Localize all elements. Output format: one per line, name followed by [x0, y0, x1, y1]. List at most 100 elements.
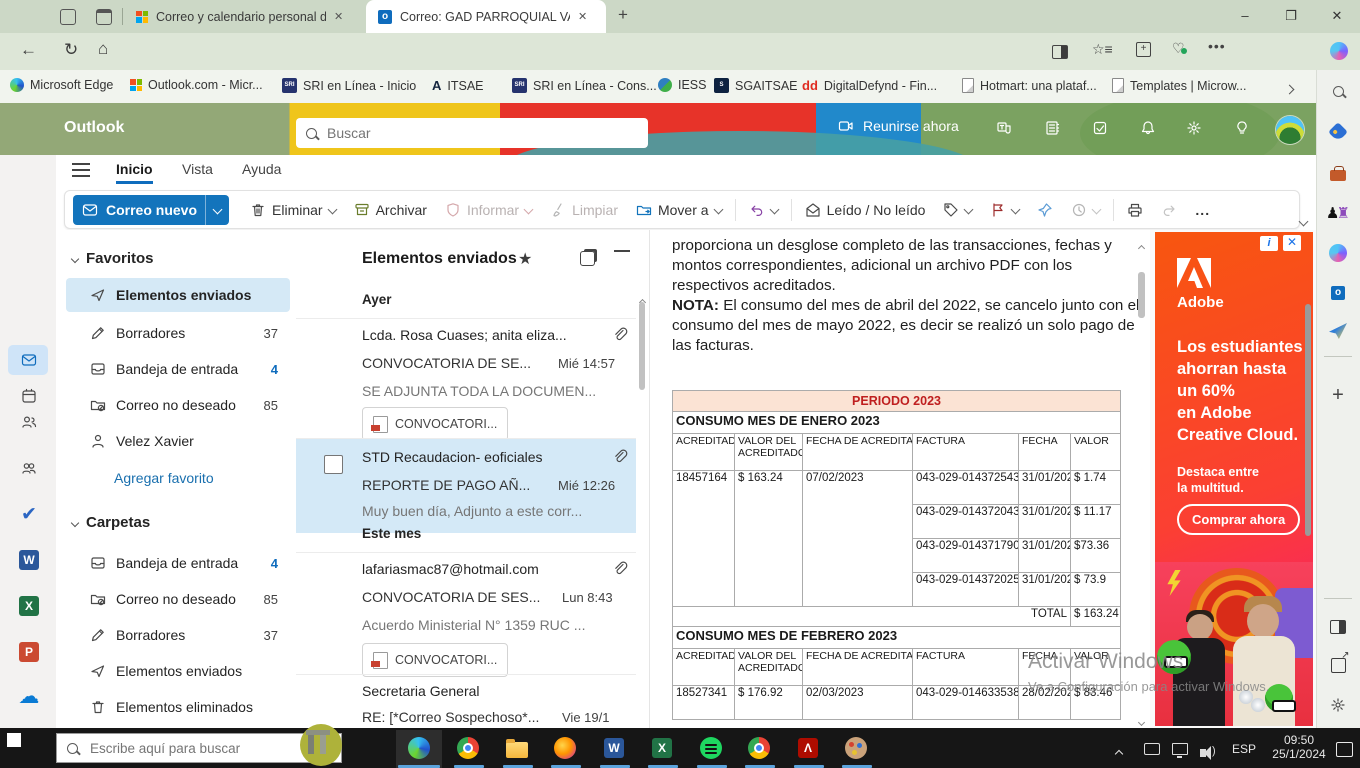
attachment-chip[interactable]: CONVOCATORI... [362, 643, 508, 677]
tab-close-icon[interactable]: ✕ [578, 10, 587, 23]
folder-item-no-deseado-2[interactable]: Correo no deseado85 [66, 582, 290, 616]
search-highlight-image[interactable] [300, 724, 342, 766]
bookmarks-overflow-icon[interactable] [1286, 80, 1293, 98]
mail-icon[interactable] [16, 347, 42, 373]
bookmark-sri-consultas[interactable]: SRISRI en Línea - Cons... [512, 78, 657, 93]
tab-vista[interactable]: Vista [182, 161, 213, 177]
bookmark-templates[interactable]: Templates | Microw... [1112, 78, 1246, 93]
select-all-icon[interactable] [580, 251, 595, 266]
window-minimize-button[interactable]: – [1230, 8, 1260, 23]
sidebar-add-icon[interactable]: + [1327, 384, 1349, 406]
collections-icon[interactable]: + [1136, 42, 1151, 57]
sidebar-copilot-icon[interactable] [1327, 242, 1349, 264]
onedrive-icon[interactable]: ☁ [16, 683, 42, 709]
bookmark-sri-inicio[interactable]: SRISRI en Línea - Inicio [282, 78, 416, 93]
new-tab-button[interactable]: + [618, 5, 628, 25]
email-checkbox[interactable] [324, 455, 343, 474]
reading-scroll-down-icon[interactable] [1139, 712, 1144, 728]
sidebar-open-link-icon[interactable] [1327, 654, 1349, 676]
taskbar-word-icon[interactable]: W [602, 736, 626, 760]
sidebar-tools-icon[interactable] [1327, 164, 1349, 186]
taskbar-acrobat-icon[interactable]: Λ [796, 736, 820, 760]
taskbar-chrome-icon[interactable] [456, 736, 480, 760]
hamburger-icon[interactable] [72, 163, 90, 165]
people-icon[interactable] [16, 409, 42, 435]
bookmark-edge[interactable]: Microsoft Edge [10, 78, 113, 92]
taskbar-explorer-icon[interactable] [505, 738, 529, 762]
folder-item-borradores[interactable]: Borradores37 [66, 316, 290, 350]
read-unread-button[interactable]: Leído / No leído [796, 195, 935, 225]
excel-icon[interactable]: X [16, 593, 42, 619]
search-input[interactable] [325, 124, 609, 142]
redo-button[interactable] [1152, 195, 1186, 225]
teams-icon[interactable] [996, 120, 1012, 141]
folder-item-elementos-enviados[interactable]: Elementos enviados [66, 278, 290, 312]
calendar-icon[interactable] [16, 383, 42, 409]
ad-info-icon[interactable]: i [1260, 236, 1278, 251]
more-commands-button[interactable]: ... [1186, 195, 1219, 225]
folder-item-enviados-2[interactable]: Elementos enviados [66, 654, 290, 688]
tab-personal-mail[interactable]: Correo y calendario personal de M... ✕ [130, 0, 362, 33]
home-icon[interactable]: ⌂ [98, 39, 108, 59]
pin-button[interactable] [1028, 195, 1062, 225]
sidebar-outlook-icon[interactable]: o [1327, 282, 1349, 304]
tray-clock[interactable]: 09:50 25/1/2024 [1270, 733, 1328, 761]
email-item-3[interactable]: lafariasmac87@hotmail.com CONVOCATORIA D… [296, 553, 636, 671]
bookmark-sgaitsae[interactable]: SSGAITSAE [714, 78, 798, 93]
groups-icon[interactable] [16, 455, 42, 481]
tab-inicio[interactable]: Inicio [116, 161, 153, 184]
onenote-icon[interactable] [1044, 120, 1060, 141]
sidebar-games-icon[interactable]: ♟♜ [1327, 202, 1349, 224]
sidebar-search-icon[interactable] [1327, 80, 1349, 102]
email-item-2-selected[interactable]: STD Recaudacion- eoficiales REPORTE DE P… [296, 439, 636, 533]
taskbar-edge-icon[interactable] [407, 736, 431, 760]
tab-actions-icon[interactable] [96, 9, 112, 25]
folder-item-borradores-2[interactable]: Borradores37 [66, 618, 290, 652]
browser-essentials-icon[interactable]: ♡ [1172, 40, 1185, 57]
powerpoint-icon[interactable]: P [16, 639, 42, 665]
folder-item-bandeja-2[interactable]: Bandeja de entrada4 [66, 546, 290, 580]
taskbar-chrome-profile-icon[interactable] [747, 736, 771, 760]
refresh-icon[interactable]: ↻ [64, 40, 78, 60]
add-favorite-link[interactable]: Agregar favorito [114, 470, 214, 486]
ad-cta-button[interactable]: Comprar ahora [1177, 504, 1300, 535]
folder-item-no-deseado[interactable]: Correo no deseado85 [66, 388, 290, 422]
group-este-mes[interactable]: Este mes [362, 526, 421, 541]
favorites-bar-icon[interactable]: ☆≡ [1092, 41, 1113, 58]
notifications-bell-icon[interactable] [1140, 120, 1156, 141]
bookmark-digitaldefynd[interactable]: ddDigitalDefynd - Fin... [802, 78, 937, 93]
tray-network-icon[interactable] [1172, 742, 1188, 760]
delete-button[interactable]: Eliminar [241, 195, 345, 225]
undo-button[interactable] [740, 195, 787, 225]
folder-item-velez[interactable]: Velez Xavier [66, 424, 290, 458]
sidebar-settings-icon[interactable] [1327, 694, 1349, 716]
attachment-chip[interactable]: CONVOCATORI... [362, 407, 508, 441]
sweep-button[interactable]: Limpiar [541, 195, 627, 225]
tray-notifications-icon[interactable] [1336, 742, 1353, 762]
move-to-button[interactable]: Mover a [627, 195, 731, 225]
outlook-wordmark[interactable]: Outlook [64, 119, 124, 137]
taskbar-paint-icon[interactable] [844, 736, 868, 760]
bookmark-outlook[interactable]: Outlook.com - Micr... [130, 78, 263, 92]
tray-volume-icon[interactable] [1200, 744, 1206, 762]
todo-icon[interactable] [1092, 120, 1108, 141]
favorites-header[interactable]: Favoritos [72, 250, 154, 267]
tray-phone-icon[interactable] [1144, 742, 1160, 760]
snooze-button[interactable] [1062, 195, 1109, 225]
group-ayer[interactable]: Ayer [362, 292, 392, 307]
back-icon[interactable]: ← [20, 40, 37, 60]
window-close-button[interactable]: ✕ [1322, 8, 1352, 24]
taskbar-search-input[interactable] [88, 740, 282, 757]
account-avatar[interactable] [1276, 116, 1304, 144]
email-item-1[interactable]: Lcda. Rosa Cuases; anita eliza... CONVOC… [296, 319, 636, 437]
meet-now-button[interactable]: Reunirse ahora [838, 118, 959, 134]
categorize-button[interactable] [934, 195, 981, 225]
star-filled-icon[interactable]: ★ [518, 249, 532, 269]
new-mail-dropdown[interactable] [205, 195, 229, 225]
print-button[interactable] [1118, 195, 1152, 225]
window-maximize-button[interactable]: ❐ [1276, 8, 1306, 24]
word-icon[interactable]: W [16, 547, 42, 573]
bookmark-hotmart[interactable]: Hotmart: una plataf... [962, 78, 1097, 93]
workspaces-icon[interactable] [60, 9, 76, 25]
bookmark-iess[interactable]: IESS [658, 78, 707, 92]
